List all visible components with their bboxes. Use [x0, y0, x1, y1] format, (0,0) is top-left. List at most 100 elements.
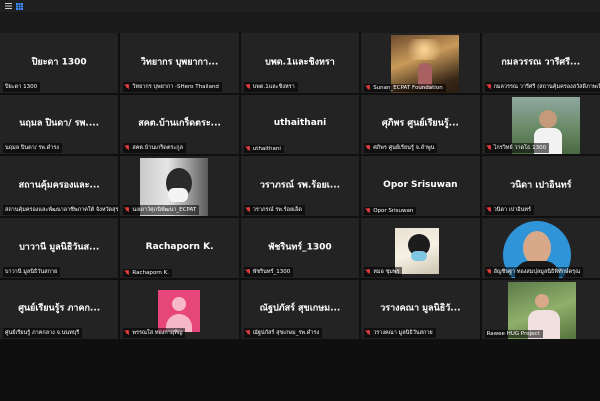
- participant-name-tag: Rachaporn K.: [123, 268, 172, 277]
- mic-muted-icon: [125, 207, 130, 213]
- participant-tile[interactable]: ณัฐปภัสร์ สุขเกษม... ณัฐปภัสร์ สุขเกษม_รพ…: [240, 279, 360, 340]
- participant-display-name: บาวานี มูลนิธิวันส...: [19, 242, 100, 253]
- participant-tile[interactable]: วราภรณ์ รพ.ร้อยเ... วราภรณ์ รพ.ร้อยเอ็ด: [240, 156, 360, 216]
- participant-name-tag: Opor Srisuwan: [364, 207, 417, 215]
- participant-tile[interactable]: นงเยาว์ศุภนิพัฒนา_ECPAT: [120, 156, 239, 216]
- participant-display-name: วนิดา เปาอินทร์: [510, 180, 572, 191]
- participant-tile[interactable]: สถานคุ้มครองและ... สถานคุ้มครองและพัฒนาอา…: [0, 156, 119, 216]
- participant-display-name: Opor Srisuwan: [383, 180, 458, 191]
- participant-name-tag: วิทยากร บุพยากา -SHero Thailand: [123, 81, 222, 92]
- participant-tile[interactable]: หมอ ชุมพร: [361, 218, 480, 278]
- profile-placeholder-icon: [158, 289, 201, 332]
- participant-name-tag: นฤมล ปินดา/ รพ.ดำรง: [3, 143, 62, 154]
- participant-name-tag: พัชรินทร์_1300: [243, 266, 294, 277]
- mic-muted-icon: [366, 145, 371, 151]
- participant-tile[interactable]: บาวานี มูลนิธิวันส... บาวานี มูลนิธิวันสก…: [0, 218, 119, 278]
- participant-tile[interactable]: Opor Srisuwan Opor Srisuwan: [361, 156, 480, 216]
- participant-name-tag: นงเยาว์ศุภนิพัฒนา_ECPAT: [123, 205, 200, 215]
- participant-label: ศภิพร ศูนย์เรียนรู้ จ.ลำพูน: [373, 145, 435, 152]
- participant-name-tag: ไกรวิทย์ วาดโธ 1300: [484, 143, 550, 154]
- participant-display-name: uthaithani: [273, 118, 327, 129]
- participant-label: วนิดา เปาอินทร์: [493, 207, 531, 213]
- participant-tile[interactable]: Rachaporn K. Rachaporn K.: [120, 218, 239, 278]
- mic-muted-icon: [125, 83, 130, 90]
- participant-tile[interactable]: บพด.1และชิงหรา บพด.1และชิงหรา: [240, 33, 360, 93]
- participant-label: สคต.บ้านเกร็ดตระกูล: [132, 145, 184, 152]
- top-toolbar: [0, 0, 600, 12]
- participant-label: วราภรณ์ รพ.ร้อยเอ็ด: [252, 207, 302, 213]
- participant-name-tag: บาวานี มูลนิธิวันสกาย: [3, 266, 61, 277]
- participant-label: Rachaporn K.: [132, 269, 169, 276]
- grid-view-icon[interactable]: [15, 2, 23, 10]
- participant-label: พรรณใส ทองกายุทิญ: [132, 330, 183, 337]
- participant-label: กมลวรรณ วารีศรี (สถานคุ้มครองสวัสดิภาพเป…: [493, 83, 600, 90]
- mic-muted-icon: [366, 330, 371, 336]
- mic-muted-icon: [246, 207, 251, 213]
- mic-muted-icon: [125, 330, 130, 336]
- participant-display-name: วิทยากร บุพยากา...: [140, 57, 219, 68]
- participant-display-name: ณัฐปภัสร์ สุขเกษม...: [259, 304, 341, 315]
- participant-name-tag: บพด.1และชิงหรา: [243, 81, 298, 92]
- participant-tile[interactable]: ศุภิพร ศูนย์เรียนรู้... ศภิพร ศูนย์เรียนร…: [361, 94, 480, 155]
- participant-name-tag: ปิยะดา 1300: [3, 81, 41, 92]
- participant-name-tag: ณัฐปภัสร์ สุขเกษม_รพ.ดำรง: [243, 328, 323, 339]
- participant-label: Sunan_ECPAT Foundation: [373, 84, 443, 91]
- participant-label: นฤมล ปินดา/ รพ.ดำรง: [5, 145, 59, 152]
- participant-display-name: ศุภิพร ศูนย์เรียนรู้...: [381, 119, 459, 130]
- participant-label: uthaithani: [252, 146, 281, 153]
- participant-display-name: กมลวรรณ วารีศรี...: [501, 57, 581, 68]
- participant-tile[interactable]: นฤมล ปินดา/ รพ.... นฤมล ปินดา/ รพ.ดำรง: [0, 94, 119, 155]
- participant-label: ณัฐปภัสร์ สุขเกษม_รพ.ดำรง: [252, 330, 320, 337]
- participant-display-name: สถานคุ้มครองและ...: [18, 180, 100, 191]
- mic-muted-icon: [366, 208, 371, 214]
- participant-tile[interactable]: ศูนย์เรียนรู้ร ภาคก... ศูนย์เรียนรู้ ภาคก…: [0, 279, 119, 340]
- mic-muted-icon: [487, 145, 492, 151]
- mic-muted-icon: [246, 268, 251, 275]
- participant-label: บพด.1และชิงหรา: [252, 83, 295, 90]
- mic-muted-icon: [125, 145, 130, 151]
- participant-name-tag: สถานคุ้มครองและพัฒนาอาชีพภาคใต้ จังหวัดส…: [3, 205, 118, 215]
- mic-muted-icon: [366, 268, 371, 275]
- participant-name-tag: วราภรณ์ รพ.ร้อยเอ็ด: [243, 205, 305, 215]
- mic-muted-icon: [487, 207, 492, 213]
- hamburger-icon[interactable]: [4, 2, 12, 10]
- participant-name-tag: กมลวรรณ วารีศรี (สถานคุ้มครองสวัสดิภาพเป…: [484, 81, 600, 92]
- participant-name-tag: Sunan_ECPAT Foundation: [364, 83, 446, 92]
- participant-tile[interactable]: ปิยะดา 1300 ปิยะดา 1300: [0, 33, 119, 93]
- participant-label: อัญชิษฐา ทองสมปุลมูลนิธิพิทักษ์ดรุณ: [493, 268, 581, 275]
- participant-tile[interactable]: พัชรินทร์_1300 พัชรินทร์_1300: [240, 218, 360, 278]
- participant-display-name: ปิยะดา 1300: [31, 57, 87, 68]
- participant-label: วิทยากร บุพยากา -SHero Thailand: [132, 83, 219, 90]
- participant-label: สถานคุ้มครองและพัฒนาอาชีพภาคใต้ จังหวัดส…: [5, 207, 118, 213]
- participant-tile[interactable]: Rawee HUG Project: [481, 279, 600, 340]
- participant-display-name: ศูนย์เรียนรู้ร ภาคก...: [18, 304, 101, 315]
- participant-tile[interactable]: สคต.บ้านเกร็ดตระ... สคต.บ้านเกร็ดตระกูล: [120, 94, 239, 155]
- participant-label: บาวานี มูลนิธิวันสกาย: [5, 268, 58, 275]
- participant-name-tag: สคต.บ้านเกร็ดตระกูล: [123, 143, 187, 154]
- participant-tile[interactable]: กมลวรรณ วารีศรี... กมลวรรณ วารีศรี (สถานค…: [481, 33, 600, 93]
- participant-tile[interactable]: พรรณใส ทองกายุทิญ: [120, 279, 239, 340]
- participant-display-name: วรางคณา มูลนิธิวั...: [380, 304, 461, 315]
- participant-label: Rawee HUG Project: [486, 331, 540, 338]
- mic-muted-icon: [487, 268, 492, 275]
- participant-tile[interactable]: ไกรวิทย์ วาดโธ 1300: [481, 94, 600, 155]
- participant-display-name: พัชรินทร์_1300: [268, 242, 332, 253]
- participant-name-tag: uthaithani: [243, 145, 284, 154]
- participant-tile[interactable]: วนิดา เปาอินทร์ วนิดา เปาอินทร์: [481, 156, 600, 216]
- participant-gallery: ปิยะดา 1300 ปิยะดา 1300 วิทยากร บุพยากา...…: [0, 33, 600, 401]
- mic-muted-icon: [246, 146, 251, 152]
- participant-tile[interactable]: วิทยากร บุพยากา... วิทยากร บุพยากา -SHero…: [120, 33, 239, 93]
- participant-name-tag: วนิดา เปาอินทร์: [484, 205, 534, 215]
- participant-display-name: นฤมล ปินดา/ รพ....: [19, 119, 100, 130]
- participant-display-name: สคต.บ้านเกร็ดตระ...: [138, 119, 221, 130]
- participant-display-name: วราภรณ์ รพ.ร้อยเ...: [259, 180, 341, 191]
- participant-display-name: Rachaporn K.: [145, 241, 214, 252]
- participant-label: ศูนย์เรียนรู้ ภาคกลาง จ.นนทบุรี: [5, 330, 80, 337]
- mic-muted-icon: [246, 83, 251, 90]
- participant-tile[interactable]: Sunan_ECPAT Foundation: [361, 33, 480, 93]
- participant-display-name: บพด.1และชิงหรา: [265, 57, 335, 68]
- participant-tile[interactable]: อัญชิษฐา ทองสมปุลมูลนิธิพิทักษ์ดรุณ: [481, 218, 600, 278]
- participant-tile[interactable]: uthaithani uthaithani: [240, 94, 360, 155]
- participant-tile[interactable]: วรางคณา มูลนิธิวั... วรางคณา มูลนิธิวันสก…: [361, 279, 480, 340]
- mic-muted-icon: [125, 269, 130, 276]
